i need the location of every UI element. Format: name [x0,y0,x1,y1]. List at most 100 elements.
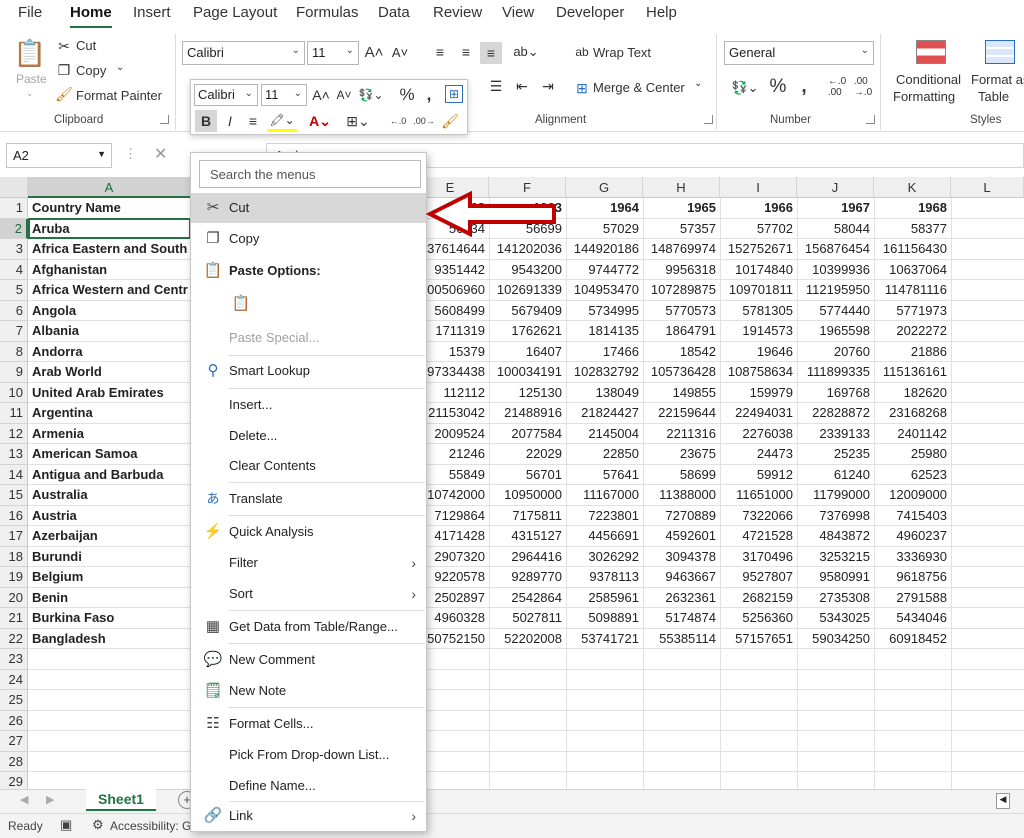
merge-dropdown-icon[interactable]: ⌄ [694,78,702,89]
cell-value[interactable]: 100034191 [489,362,562,382]
cell-value[interactable]: 3094378 [643,547,716,567]
row-header[interactable]: 13 [0,444,28,465]
row-header[interactable]: 5 [0,280,28,301]
cell-value[interactable]: 22029 [489,444,562,464]
cell-value[interactable]: 5770573 [643,301,716,321]
mini-font-color-icon[interactable]: A⌄ [305,110,335,132]
mini-italic-icon[interactable]: I [221,110,239,132]
cell-value[interactable]: 2401142 [874,424,947,444]
cell-value[interactable]: 2276038 [720,424,793,444]
column-header[interactable]: G [566,177,643,198]
menu-item-format-cells[interactable]: ☷ Format Cells... [191,709,426,739]
cell-value[interactable]: 156876454 [797,239,870,259]
row-header[interactable]: 1 [0,198,28,219]
namebox-splitter-icon[interactable]: ⋮ [124,146,137,162]
cell-value[interactable]: 20760 [797,342,870,362]
paste-clipboard-option[interactable]: 📋 [191,289,426,319]
cell-value[interactable]: 9527807 [720,567,793,587]
row-header[interactable]: 8 [0,341,28,362]
cell-value[interactable]: 9618756 [874,567,947,587]
tab-file[interactable]: File [18,4,42,21]
decrease-indent-icon[interactable]: ⇤ [512,76,532,96]
row-header[interactable]: 22 [0,628,28,649]
decrease-decimal-icon[interactable]: .00 →.0 [852,76,874,98]
cell-value[interactable]: 5679409 [489,301,562,321]
cell-country-name[interactable]: Burkina Faso [32,608,114,628]
tab-data[interactable]: Data [378,4,410,21]
cell-country-name[interactable]: Burundi [32,547,82,567]
cell-value[interactable]: 5027811 [489,608,562,628]
cell-value[interactable]: 9289770 [489,567,562,587]
merge-center-button[interactable]: Merge & Center [593,80,685,95]
number-launcher-icon[interactable] [866,115,875,124]
mini-align-icon[interactable]: ≡ [243,110,263,132]
cell-value[interactable]: 23168268 [874,403,947,423]
cell-value[interactable]: 9580991 [797,567,870,587]
row-header[interactable]: 25 [0,690,28,711]
menu-item-clear-contents[interactable]: Clear Contents [191,451,426,481]
conditional-formatting-button[interactable]: Conditional [896,72,961,87]
menu-item-link[interactable]: 🔗 Link › [191,801,426,831]
cell-value[interactable]: 109701811 [720,280,793,300]
cell-value[interactable]: 10174840 [720,260,793,280]
menu-search-input[interactable]: Search the menus [199,160,421,188]
cell-country-name[interactable]: Albania [32,321,79,341]
alignment-launcher-icon[interactable] [704,115,713,124]
number-format-combo[interactable]: General ⌄ [724,41,874,65]
cell-value[interactable]: 57702 [720,219,793,239]
cell-value[interactable]: 108758634 [720,362,793,382]
cell-value[interactable]: 61240 [797,465,870,485]
row-header[interactable]: 21 [0,608,28,629]
row-header[interactable]: 20 [0,587,28,608]
row-header[interactable]: 23 [0,649,28,670]
menu-item-sort[interactable]: Sort › [191,579,426,609]
cell-value[interactable]: 2211316 [643,424,716,444]
cell-value[interactable]: 125130 [489,383,562,403]
cell-value[interactable]: 57641 [566,465,639,485]
cell-value[interactable]: 169768 [797,383,870,403]
cell-value[interactable]: 57157651 [720,629,793,649]
mini-fill-color-icon[interactable]: 🖍⌄ [267,110,297,132]
cell-value[interactable]: 24473 [720,444,793,464]
mini-increase-decimal-icon[interactable]: ←.0 [387,110,409,132]
accounting-format-icon[interactable]: 💱⌄ [728,78,762,98]
cell-value[interactable]: 59912 [720,465,793,485]
cell-value[interactable]: 21886 [874,342,947,362]
cell-value[interactable]: 4721528 [720,526,793,546]
row-header[interactable]: 28 [0,751,28,772]
cell-value[interactable]: 11799000 [797,485,870,505]
tab-developer[interactable]: Developer [556,4,624,21]
cell-country-name[interactable]: Africa Eastern and South [32,239,187,259]
align-bottom-icon[interactable]: ≡ [480,42,502,64]
format-painter-button[interactable]: Format Painter [76,88,162,103]
column-header[interactable]: K [874,177,951,198]
align-top-icon[interactable]: ≡ [430,42,450,62]
menu-item-delete[interactable]: Delete... [191,421,426,451]
cell-value[interactable]: 57029 [566,219,639,239]
cell-value[interactable]: 138049 [566,383,639,403]
cell-value[interactable]: 161156430 [874,239,947,259]
increase-font-icon[interactable]: A˄ [364,42,384,62]
mini-merge-icon[interactable]: ⊞ [445,85,463,103]
cell-value[interactable]: 3170496 [720,547,793,567]
cell-value[interactable]: 22494031 [720,403,793,423]
sheet-tab-sheet1[interactable]: Sheet1 [86,789,156,811]
cell-value[interactable]: 5434046 [874,608,947,628]
cell-value[interactable]: 59034250 [797,629,870,649]
cell-value[interactable]: 1762621 [489,321,562,341]
hscroll-left-icon[interactable]: ◀ [996,793,1010,809]
mini-bold-icon[interactable]: B [195,110,217,132]
column-header[interactable]: A [28,177,191,198]
menu-item-new-note[interactable]: 🗒 New Note [191,676,426,706]
wrap-text-button[interactable]: Wrap Text [593,45,651,60]
menu-item-cut[interactable]: ✂ Cut [191,193,426,223]
cell-value[interactable]: 148769974 [643,239,716,259]
cell-country-name[interactable]: Arab World [32,362,102,382]
format-as-table-button[interactable]: Format as [971,72,1024,87]
cell-value[interactable]: 5734995 [566,301,639,321]
cell-value[interactable]: 141202036 [489,239,562,259]
mini-format-painter-icon[interactable]: 🖌 [439,110,461,132]
copy-dropdown-icon[interactable]: ⌄ [116,62,124,73]
font-name-combo[interactable]: Calibri ⌄ [182,41,305,65]
cell-value[interactable]: 149855 [643,383,716,403]
